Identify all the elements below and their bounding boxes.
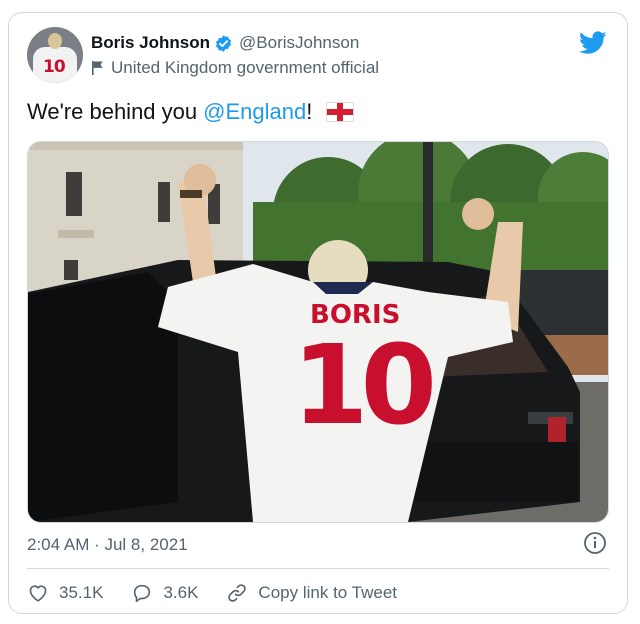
avatar-number: 10 <box>43 57 66 77</box>
avatar[interactable]: 10 <box>27 27 83 83</box>
tweet-text-prefix: We're behind you <box>27 99 198 124</box>
heart-icon <box>29 585 47 602</box>
tweet-text: We're behind you @England ! <box>27 99 355 125</box>
tweet-photo[interactable]: BORIS 10 <box>27 141 609 523</box>
like-button[interactable]: 35.1K <box>27 582 103 604</box>
divider <box>27 568 609 569</box>
reply-count: 3.6K <box>163 583 199 602</box>
flag-icon <box>92 61 103 75</box>
author-row: Boris Johnson @BorisJohnson <box>91 33 359 53</box>
twitter-bird-icon[interactable] <box>579 31 607 55</box>
reply-button[interactable]: 3.6K <box>131 582 198 604</box>
tweet-timestamp[interactable]: 2:04 AM · Jul 8, 2021 <box>27 535 188 555</box>
info-icon[interactable] <box>583 531 607 555</box>
reply-bubble-icon <box>134 584 151 603</box>
avatar-head <box>48 33 62 49</box>
government-label: United Kingdom government official <box>91 58 379 78</box>
display-name[interactable]: Boris Johnson <box>91 33 210 53</box>
link-icon <box>228 584 247 602</box>
verified-badge-icon <box>215 34 232 52</box>
like-count: 35.1K <box>59 583 104 602</box>
tweet-text-suffix: ! <box>306 99 313 124</box>
copy-link-label: Copy link to Tweet <box>258 583 398 602</box>
label-text: United Kingdom government official <box>111 58 380 77</box>
copy-link-button[interactable]: Copy link to Tweet <box>226 582 397 604</box>
mention-link[interactable]: @England <box>203 99 306 125</box>
tweet-card[interactable]: 10 Boris Johnson @BorisJohnson United Ki… <box>8 12 628 614</box>
handle[interactable]: @BorisJohnson <box>239 33 359 53</box>
england-flag-icon <box>326 102 355 122</box>
action-bar: 35.1K 3.6K Copy link to Tweet <box>27 579 425 607</box>
jersey-number: 10 <box>292 321 437 449</box>
